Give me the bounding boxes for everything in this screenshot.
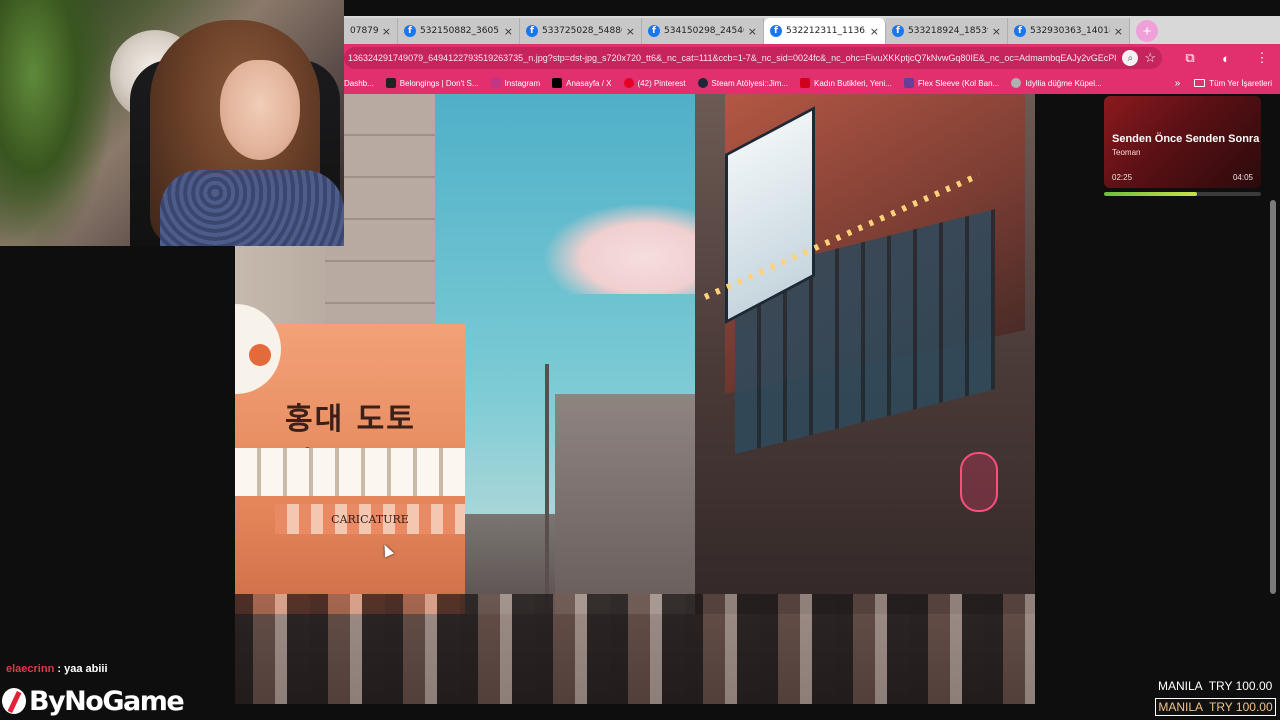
browser-tab[interactable]: f 532150882_360517559 × xyxy=(398,18,520,44)
chat-message: elaecrinn : yaa abiii xyxy=(6,663,108,675)
pinterest-icon xyxy=(623,78,634,88)
facebook-icon: f xyxy=(892,25,904,37)
ticker-item-name: MANILA xyxy=(1158,700,1204,714)
song-artist: Teoman xyxy=(1112,148,1141,157)
browser-tab[interactable]: f 533725028_548805956 × xyxy=(520,18,642,44)
bookmark-favicon-icon xyxy=(800,78,810,88)
facebook-icon: f xyxy=(1014,25,1026,37)
facebook-icon: f xyxy=(404,25,416,37)
sponsor-logo: ByNoGame xyxy=(2,683,185,719)
bookmark-item[interactable]: Dashb... xyxy=(344,79,374,88)
price-ticker: MANILA TRY 100.00 xyxy=(1158,679,1272,693)
tab-title: 533725028_548805956 xyxy=(542,26,622,36)
address-bar[interactable]: 136324291749079_6494122793519263735_n.jp… xyxy=(344,47,1162,69)
elapsed-time: 02:25 xyxy=(1112,173,1133,182)
browser-tab[interactable]: f 534150298_245402533 × xyxy=(642,18,764,44)
browser-tab[interactable]: 07879 × xyxy=(344,18,398,44)
bookmark-item[interactable]: Anasayfa / X xyxy=(552,78,612,88)
bookmark-label: (42) Pinterest xyxy=(637,78,686,88)
bookmark-favicon-icon xyxy=(1011,78,1022,88)
song-progress-bar xyxy=(1104,192,1261,196)
chat-separator: : xyxy=(54,663,65,675)
tab-title: 532150882_360517559 xyxy=(420,26,500,36)
bookmark-favicon-icon xyxy=(385,78,396,88)
facebook-icon: f xyxy=(526,25,538,37)
url-text: 136324291749079_6494122793519263735_n.jp… xyxy=(348,53,1117,63)
bookmark-item[interactable]: (42) Pinterest xyxy=(623,78,686,88)
zoom-icon[interactable]: ⌕ xyxy=(1122,50,1139,66)
caricature-faces xyxy=(235,448,465,496)
menu-icon[interactable]: ⋮ xyxy=(1254,50,1270,66)
bookmark-label: Flex Sleeve (Kol Ban... xyxy=(917,78,1000,88)
bookmark-label: Idyllia düğme Küpel... xyxy=(1025,78,1102,88)
facebook-icon: f xyxy=(770,25,782,37)
song-title: Senden Önce Senden Sonra xyxy=(1112,133,1260,145)
browser-tab[interactable]: f 533218924_185397190 × xyxy=(886,18,1008,44)
bookmark-label: Dashb... xyxy=(344,78,374,88)
cafe-sign-text: 홍대 도토리 xyxy=(285,402,416,481)
bookmark-label: Steam Atölyesi::Jim... xyxy=(711,78,788,88)
all-bookmarks-label: Tüm Yer İşaretleri xyxy=(1209,78,1272,88)
image-viewer[interactable]: 홍대 도토리 CARICATURE xyxy=(235,94,1035,704)
stream-screen: 07879 × f 532150882_360517559 × f 533725… xyxy=(0,0,1280,720)
tab-close-icon[interactable]: × xyxy=(992,25,1001,38)
now-playing-widget: Senden Önce Senden Sonra Teoman 02:25 04… xyxy=(1104,96,1261,188)
facebook-icon: f xyxy=(648,25,660,37)
browser-tab[interactable]: f 532930363_140182944 × xyxy=(1008,18,1130,44)
page-scrollbar[interactable] xyxy=(1270,96,1276,696)
bookmarks-overflow-button[interactable]: » xyxy=(1175,78,1181,89)
tab-title: 532930363_140182944 xyxy=(1030,26,1110,36)
tab-title: 532212311_113632431 xyxy=(786,26,866,36)
bookmark-label: Belongings | Don't S... xyxy=(399,78,479,88)
neon-sign xyxy=(960,452,998,512)
bookmark-star-icon[interactable]: ☆ xyxy=(1144,50,1156,66)
folder-icon xyxy=(1194,79,1206,87)
bookmark-item[interactable]: Kadın Butikleri, Yeni... xyxy=(800,78,892,88)
tab-title: 533218924_185397190 xyxy=(908,26,988,36)
brand-name: ByNoGame xyxy=(29,685,185,717)
total-time: 04:05 xyxy=(1232,173,1253,182)
new-tab-button[interactable]: + xyxy=(1136,20,1158,42)
profile-icon[interactable]: ◐ xyxy=(1218,51,1234,66)
price-ticker-boxed: MANILA TRY 100.00 xyxy=(1155,698,1276,716)
chat-username: elaecrinn xyxy=(6,663,55,675)
tab-close-icon[interactable]: × xyxy=(1114,25,1123,38)
all-bookmarks-button[interactable]: Tüm Yer İşaretleri xyxy=(1194,79,1272,88)
tab-close-icon[interactable]: × xyxy=(748,25,757,38)
crowd xyxy=(235,594,1035,704)
bookmark-item[interactable]: Steam Atölyesi::Jim... xyxy=(697,78,788,88)
bookmarks-bar: Dashb... Belongings | Don't S... Instagr… xyxy=(344,72,1280,94)
tab-close-icon[interactable]: × xyxy=(504,25,513,38)
webcam-overlay xyxy=(0,0,344,246)
browser-tab-active[interactable]: f 532212311_113632431 × xyxy=(764,18,886,44)
steam-icon xyxy=(697,78,708,88)
tab-title: 07879 xyxy=(350,26,378,36)
tab-title: 534150298_245402533 xyxy=(664,26,744,36)
bookmark-label: Instagram xyxy=(504,78,541,88)
bynogame-logo-icon xyxy=(2,688,26,714)
street-photo: 홍대 도토리 CARICATURE xyxy=(235,94,1035,704)
bookmark-item[interactable]: Flex Sleeve (Kol Ban... xyxy=(903,78,1000,88)
x-icon xyxy=(552,78,563,88)
tab-close-icon[interactable]: × xyxy=(870,25,879,38)
scrollbar-thumb[interactable] xyxy=(1270,200,1276,594)
bookmark-label: Anasayfa / X xyxy=(566,78,612,88)
ticker-item-price: TRY 100.00 xyxy=(1208,679,1273,693)
bookmark-item[interactable]: Idyllia düğme Küpel... xyxy=(1011,78,1102,88)
bookmark-item[interactable]: Belongings | Don't S... xyxy=(385,78,479,88)
chat-text: yaa abiii xyxy=(64,663,108,675)
browser-tab-bar: 07879 × f 532150882_360517559 × f 533725… xyxy=(344,16,1280,44)
browser-toolbar: 136324291749079_6494122793519263735_n.jp… xyxy=(344,44,1280,72)
instagram-icon xyxy=(490,78,501,88)
ticker-item-price: TRY 100.00 xyxy=(1209,700,1273,714)
bookmark-label: Kadın Butikleri, Yeni... xyxy=(814,78,892,88)
tab-close-icon[interactable]: × xyxy=(382,25,391,38)
ticker-item-name: MANILA xyxy=(1158,679,1203,693)
bookmark-item[interactable]: Instagram xyxy=(490,78,541,88)
extensions-icon[interactable]: ⧉ xyxy=(1182,50,1198,66)
caricature-awning: CARICATURE xyxy=(275,504,465,534)
song-progress-fill xyxy=(1104,192,1197,196)
tab-close-icon[interactable]: × xyxy=(626,25,635,38)
bookmark-favicon-icon xyxy=(903,78,914,88)
